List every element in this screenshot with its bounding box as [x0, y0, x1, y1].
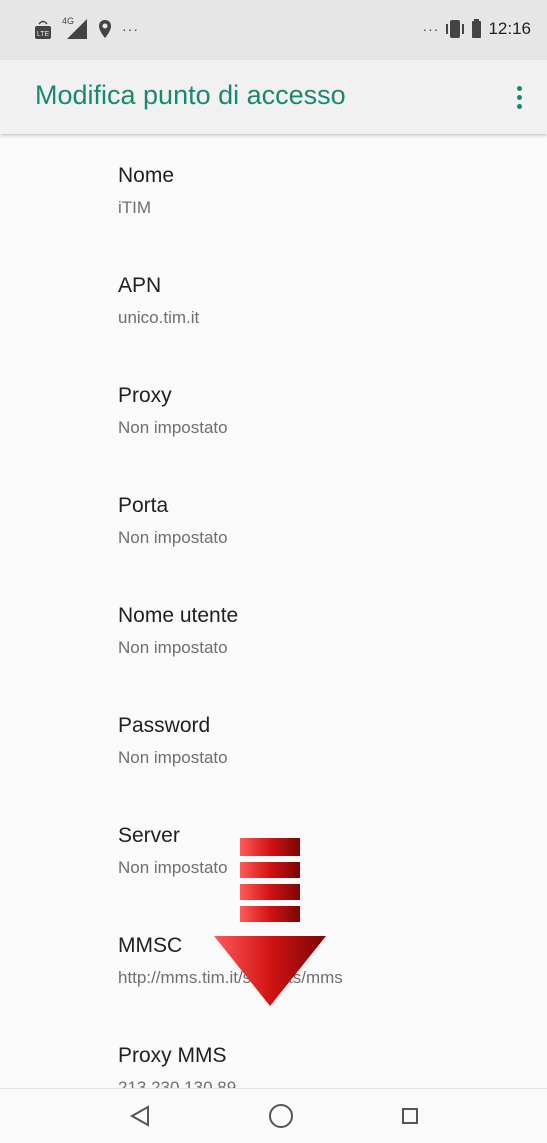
setting-value: 213.230.130.89 — [118, 1078, 237, 1088]
page-title: Modifica punto di accesso — [35, 80, 346, 110]
setting-item-apn[interactable]: APN unico.tim.it — [118, 274, 518, 374]
back-triangle-icon[interactable] — [126, 1102, 154, 1130]
setting-value: Non impostato — [118, 748, 228, 767]
status-bar: LTE 4G ··· ··· 12:16 — [0, 0, 547, 60]
status-time: 12:16 — [488, 19, 531, 38]
overflow-menu-icon[interactable] — [507, 78, 531, 116]
setting-item-nome[interactable]: Nome iTIM — [118, 164, 518, 264]
setting-title: APN — [118, 274, 162, 297]
overflow-dot — [516, 94, 522, 100]
setting-item-nome-utente[interactable]: Nome utente Non impostato — [118, 604, 518, 704]
overflow-dot — [516, 103, 522, 109]
setting-title: Proxy MMS — [118, 1044, 227, 1067]
4g-signal-icon: 4G — [62, 16, 88, 40]
more-notifications-icon: ··· — [122, 21, 139, 37]
setting-item-proxy[interactable]: Proxy Non impostato — [118, 384, 518, 484]
setting-title: Password — [118, 714, 211, 737]
network-type-label: 4G — [62, 16, 75, 26]
vibrate-icon — [446, 20, 465, 38]
setting-value: unico.tim.it — [118, 308, 200, 327]
svg-text:LTE: LTE — [37, 31, 50, 38]
app-toolbar: Modifica punto di accesso — [0, 60, 547, 134]
setting-value: Non impostato — [118, 528, 228, 547]
setting-item-password[interactable]: Password Non impostato — [118, 714, 518, 814]
setting-value: iTIM — [118, 198, 152, 217]
volte-icon: LTE — [35, 20, 51, 39]
setting-title: Nome — [118, 164, 175, 187]
system-nav-bar — [0, 1088, 547, 1143]
more-notifications-icon: ··· — [422, 21, 440, 37]
red-down-arrow-icon — [214, 838, 326, 1006]
home-circle-icon[interactable] — [267, 1102, 295, 1130]
location-icon — [99, 20, 111, 38]
setting-value: Non impostato — [118, 418, 228, 437]
status-left-icons: LTE 4G ··· — [34, 16, 139, 40]
setting-value: Non impostato — [118, 638, 228, 657]
setting-item-porta[interactable]: Porta Non impostato — [118, 494, 518, 594]
setting-title: Proxy — [118, 384, 172, 407]
battery-icon — [472, 19, 482, 38]
recents-square-icon[interactable] — [396, 1102, 424, 1130]
setting-title: Nome utente — [118, 604, 239, 627]
status-right-icons: ··· 12:16 — [422, 18, 531, 40]
setting-item-proxy-mms[interactable]: Proxy MMS 213.230.130.89 — [118, 1044, 518, 1088]
overflow-dot — [516, 85, 522, 91]
setting-title: Porta — [118, 494, 169, 517]
